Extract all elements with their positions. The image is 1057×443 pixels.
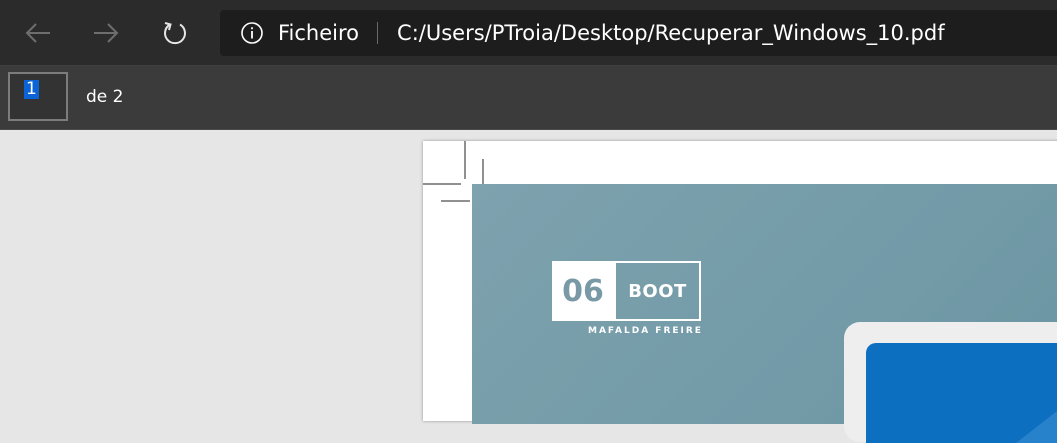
logo-number: 06 bbox=[562, 273, 604, 309]
author-name: MAFALDA FREIRE bbox=[588, 326, 703, 336]
refresh-icon bbox=[164, 22, 186, 45]
address-bar[interactable]: Ficheiro C:/Users/PTroia/Desktop/Recuper… bbox=[220, 10, 1057, 56]
page-cover: 06 BOOT MAFALDA FREIRE bbox=[472, 184, 1057, 443]
arrow-left-icon bbox=[25, 23, 50, 43]
forward-button[interactable] bbox=[86, 13, 126, 53]
logo-word-box: BOOT bbox=[614, 261, 701, 321]
current-page-number[interactable]: 1 bbox=[24, 80, 39, 99]
site-label: Ficheiro bbox=[278, 21, 360, 45]
arrow-right-icon bbox=[94, 23, 119, 43]
screen-shape bbox=[1016, 411, 1057, 443]
pdf-page: 06 BOOT MAFALDA FREIRE bbox=[423, 141, 1057, 443]
address-divider bbox=[377, 22, 379, 44]
logo-number-box: 06 bbox=[552, 261, 614, 321]
refresh-button[interactable] bbox=[155, 13, 195, 53]
url-text[interactable]: C:/Users/PTroia/Desktop/Recuperar_Window… bbox=[397, 21, 945, 45]
back-button[interactable] bbox=[18, 13, 58, 53]
info-icon[interactable] bbox=[240, 21, 264, 45]
pdf-toolbar: 1 de 2 bbox=[0, 66, 1057, 130]
document-viewport[interactable]: 06 BOOT MAFALDA FREIRE bbox=[0, 130, 1057, 443]
device-screen bbox=[866, 343, 1057, 443]
title-bar: Ficheiro C:/Users/PTroia/Desktop/Recuper… bbox=[0, 0, 1057, 66]
logo-word: BOOT bbox=[628, 280, 687, 302]
page-total-label: de 2 bbox=[86, 87, 124, 107]
boot-logo: 06 BOOT MAFALDA FREIRE bbox=[552, 261, 702, 336]
device-illustration bbox=[844, 322, 1057, 443]
